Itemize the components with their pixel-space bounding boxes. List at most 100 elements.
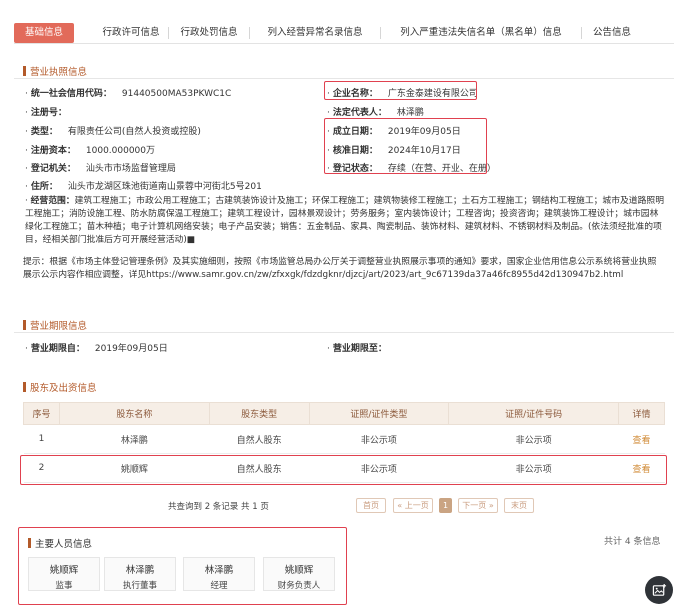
cell-name: 林泽鹏 <box>59 424 210 454</box>
reg-no-field: · 注册号： <box>25 108 67 118</box>
section-bar <box>23 320 26 330</box>
table-row: 2 姚顺辉 自然人股东 非公示项 非公示项 查看 <box>23 453 665 483</box>
staff-name: 姚顺辉 <box>284 565 314 576</box>
next-page-button[interactable]: 下一页 » <box>458 498 498 513</box>
col-header-cert-type: 证照/证件类型 <box>308 402 450 425</box>
shareholder-table: 序号 股东名称 股东类型 证照/证件类型 证照/证件号码 详情 1 林泽鹏 自然… <box>23 402 665 483</box>
scope-label: 经营范围： <box>30 196 75 206</box>
section-title-staff: 主要人员信息 <box>28 536 92 550</box>
credit-code-label: 统一社会信用代码： <box>30 89 112 99</box>
term-from-label: 营业期限自： <box>30 344 85 354</box>
address-value: 汕头市龙湖区珠池街道南山景蓉中河街北5号201 <box>67 182 262 192</box>
tab-announcement[interactable]: 公告信息 <box>582 23 642 43</box>
prev-page-button[interactable]: « 上一页 <box>393 498 433 513</box>
capital-label: 注册资本： <box>30 146 76 156</box>
col-header-cert-no: 证照/证件号码 <box>448 402 620 425</box>
notice-text: 提示：根据《市场主体登记管理条例》及其实施细则，按照《市场监管总局办公厅关于调整… <box>23 256 665 282</box>
established-value: 2019年09月05日 <box>387 127 461 137</box>
cell-index: 1 <box>23 424 60 454</box>
staff-total-text: 共计 4 条信息 <box>604 537 661 547</box>
term-from-value: 2019年09月05日 <box>94 344 168 354</box>
last-page-button[interactable]: 末页 <box>504 498 534 513</box>
current-page-button[interactable]: 1 <box>439 498 452 513</box>
section-title-text: 营业执照信息 <box>30 67 88 78</box>
approved-value: 2024年10月17日 <box>387 146 461 156</box>
term-to-label: 营业期限至： <box>332 344 387 354</box>
approved-field: · 核准日期： 2024年10月17日 <box>327 146 461 156</box>
tab-blacklist[interactable]: 列入严重违法失信名单（黑名单）信息 <box>381 23 581 43</box>
staff-card[interactable]: 林泽鹏 执行董事 <box>104 557 176 591</box>
staff-total: 共计 4 条信息 <box>604 534 660 547</box>
staff-role: 监事 <box>55 581 73 591</box>
staff-card[interactable]: 林泽鹏 经理 <box>183 557 255 591</box>
authority-field: · 登记机关： 汕头市市场监督管理局 <box>25 164 176 174</box>
notice-value: 提示：根据《市场主体登记管理条例》及其实施细则，按照《市场监管总局办公厅关于调整… <box>23 257 657 280</box>
col-header-index: 序号 <box>23 402 60 425</box>
cell-type: 自然人股东 <box>209 453 310 483</box>
authority-label: 登记机关： <box>30 164 76 174</box>
cell-index: 2 <box>23 453 60 483</box>
section-title-term: 营业期限信息 <box>23 318 87 332</box>
address-field: · 住所： 汕头市龙湖区珠池街道南山景蓉中河街北5号201 <box>25 182 262 192</box>
table-row: 1 林泽鹏 自然人股东 非公示项 非公示项 查看 <box>23 424 665 454</box>
company-name-value: 广东金泰建设有限公司 <box>387 89 478 99</box>
divider <box>14 78 674 79</box>
tab-admin-penalty[interactable]: 行政处罚信息 <box>169 23 249 43</box>
staff-role: 财务负责人 <box>277 581 321 591</box>
cell-name: 姚顺辉 <box>59 453 210 483</box>
tab-bar: 基础信息 行政许可信息 行政处罚信息 列入经营异常名录信息 列入严重违法失信名单… <box>14 22 674 44</box>
status-field: · 登记状态： 存续（在营、开业、在册） <box>327 164 496 174</box>
section-title-text: 股东及出资信息 <box>30 383 97 394</box>
cell-cert-type: 非公示项 <box>309 424 449 454</box>
type-field: · 类型： 有限责任公司(自然人投资或控股) <box>25 127 201 137</box>
col-header-name: 股东名称 <box>58 402 210 425</box>
col-header-detail: 详情 <box>618 402 665 425</box>
tab-basic-info[interactable]: 基础信息 <box>14 22 74 43</box>
legal-rep-value: 林泽鹏 <box>396 108 424 118</box>
section-bar <box>23 382 26 392</box>
legal-rep-field: · 法定代表人： 林泽鹏 <box>327 108 424 118</box>
staff-card[interactable]: 姚顺辉 监事 <box>28 557 100 591</box>
section-title-text: 主要人员信息 <box>35 539 93 550</box>
tab-admin-license[interactable]: 行政许可信息 <box>94 23 168 43</box>
section-title-shareholders: 股东及出资信息 <box>23 380 97 394</box>
section-bar <box>23 66 26 76</box>
view-detail-link[interactable]: 查看 <box>618 453 665 483</box>
cell-type: 自然人股东 <box>209 424 310 454</box>
credit-code-field: · 统一社会信用代码： 91440500MA53PKWC1C <box>25 89 232 99</box>
tab-abnormal-list[interactable]: 列入经营异常名录信息 <box>250 23 380 43</box>
capital-field: · 注册资本： 1000.000000万 <box>25 146 156 156</box>
cell-cert-no: 非公示项 <box>448 453 619 483</box>
staff-name: 林泽鹏 <box>204 565 234 576</box>
divider <box>14 332 674 333</box>
image-add-button[interactable] <box>645 576 673 604</box>
status-value: 存续（在营、开业、在册） <box>387 164 496 174</box>
authority-value: 汕头市市场监督管理局 <box>85 164 176 174</box>
company-name-field: · 企业名称： 广东金泰建设有限公司 <box>327 89 478 99</box>
table-header-row: 序号 股东名称 股东类型 证照/证件类型 证照/证件号码 详情 <box>23 402 665 425</box>
cell-cert-type: 非公示项 <box>309 453 449 483</box>
first-page-button[interactable]: 首页 <box>356 498 386 513</box>
approved-label: 核准日期： <box>332 146 378 156</box>
address-label: 住所： <box>30 182 58 192</box>
legal-rep-label: 法定代表人： <box>332 108 387 118</box>
reg-no-label: 注册号： <box>30 108 67 118</box>
col-header-type: 股东类型 <box>208 402 310 425</box>
staff-name: 林泽鹏 <box>125 565 155 576</box>
section-title-license: 营业执照信息 <box>23 64 87 78</box>
image-plus-icon <box>652 583 666 596</box>
established-field: · 成立日期： 2019年09月05日 <box>327 127 461 137</box>
cell-cert-no: 非公示项 <box>448 424 619 454</box>
capital-value: 1000.000000万 <box>85 146 156 156</box>
staff-card[interactable]: 姚顺辉 财务负责人 <box>263 557 335 591</box>
pager-info: 共查询到 2 条记录 共 1 页 <box>168 502 269 512</box>
company-name-label: 企业名称： <box>332 89 378 99</box>
section-title-text: 营业期限信息 <box>30 321 88 332</box>
section-bar <box>28 538 31 548</box>
staff-role: 执行董事 <box>122 581 157 591</box>
view-detail-link[interactable]: 查看 <box>618 424 665 454</box>
staff-name: 姚顺辉 <box>49 565 79 576</box>
pagination: 共查询到 2 条记录 共 1 页 首页 « 上一页 1 下一页 » 末页 <box>0 498 690 514</box>
term-from-field: · 营业期限自： 2019年09月05日 <box>25 344 168 354</box>
staff-role: 经理 <box>210 581 228 591</box>
